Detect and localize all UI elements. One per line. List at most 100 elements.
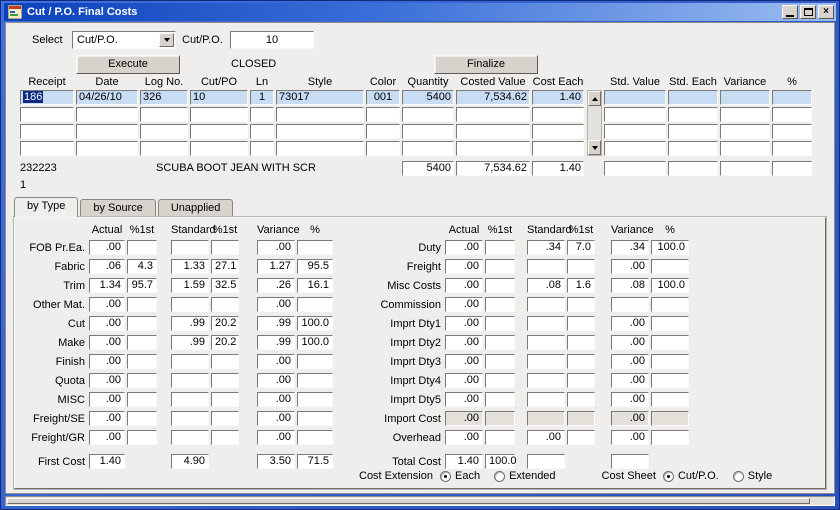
cell-std-each[interactable] — [668, 141, 718, 156]
cell-cost-each[interactable] — [532, 141, 584, 156]
field-make-pct1st-std[interactable]: 20.2 — [211, 335, 239, 350]
cell-cost-each[interactable] — [532, 124, 584, 139]
cell-log-no[interactable] — [140, 124, 188, 139]
field-total-cost-pct1st[interactable]: 100.0 — [485, 454, 515, 469]
field-other-mat-actual[interactable]: .00 — [89, 297, 125, 312]
field-imprt-dty4-pct[interactable] — [651, 373, 689, 388]
field-other-mat-variance[interactable]: .00 — [257, 297, 295, 312]
field-cut-standard[interactable]: .99 — [171, 316, 209, 331]
field-other-mat-standard[interactable] — [171, 297, 209, 312]
field-imprt-dty1-pct[interactable] — [651, 316, 689, 331]
field-fob-pr-ea-pct1st[interactable] — [127, 240, 157, 255]
field-duty-standard[interactable]: .34 — [527, 240, 565, 255]
field-quota-actual[interactable]: .00 — [89, 373, 125, 388]
scroll-up-button[interactable] — [588, 91, 601, 106]
field-total-cost-variance[interactable] — [611, 454, 649, 469]
field-freight-se-pct1st-std[interactable] — [211, 411, 239, 426]
cell-ln[interactable] — [250, 124, 274, 139]
field-fob-pr-ea-standard[interactable] — [171, 240, 209, 255]
cell-cut-po[interactable] — [190, 107, 248, 122]
execute-button[interactable]: Execute — [76, 55, 180, 74]
cell-receipt[interactable] — [20, 107, 74, 122]
field-imprt-dty3-variance[interactable]: .00 — [611, 354, 649, 369]
field-misc-standard[interactable] — [171, 392, 209, 407]
scrollbar-thumb[interactable] — [7, 498, 810, 504]
cell-receipt[interactable]: 186 — [20, 90, 74, 105]
dropdown-arrow-button[interactable] — [159, 33, 174, 47]
field-freight-pct1st-std[interactable] — [567, 259, 595, 274]
field-imprt-dty4-standard[interactable] — [527, 373, 565, 388]
field-cut-variance[interactable]: .99 — [257, 316, 295, 331]
cell-ln[interactable]: 1 — [250, 90, 274, 105]
field-overhead-pct1st-std[interactable] — [567, 430, 595, 445]
field-commission-pct[interactable] — [651, 297, 689, 312]
field-imprt-dty4-actual[interactable]: .00 — [445, 373, 483, 388]
field-other-mat-pct1st[interactable] — [127, 297, 157, 312]
horizontal-scrollbar[interactable] — [5, 496, 835, 506]
field-imprt-dty5-pct1st-std[interactable] — [567, 392, 595, 407]
field-quota-pct1st[interactable] — [127, 373, 157, 388]
field-trim-actual[interactable]: 1.34 — [89, 278, 125, 293]
field-imprt-dty5-standard[interactable] — [527, 392, 565, 407]
field-finish-pct[interactable] — [297, 354, 333, 369]
field-misc-costs-pct1st[interactable] — [485, 278, 515, 293]
cell-quantity[interactable]: 5400 — [402, 90, 454, 105]
field-fob-pr-ea-pct1st-std[interactable] — [211, 240, 239, 255]
field-quota-pct1st-std[interactable] — [211, 373, 239, 388]
field-import-cost-pct1st-std[interactable] — [567, 411, 595, 426]
field-commission-standard[interactable] — [527, 297, 565, 312]
field-imprt-dty2-pct1st-std[interactable] — [567, 335, 595, 350]
cell-receipt[interactable] — [20, 141, 74, 156]
field-overhead-actual[interactable]: .00 — [445, 430, 483, 445]
cost-extension-extended-option[interactable]: Extended — [494, 470, 555, 482]
field-finish-variance[interactable]: .00 — [257, 354, 295, 369]
field-finish-pct1st[interactable] — [127, 354, 157, 369]
field-imprt-dty2-pct1st[interactable] — [485, 335, 515, 350]
field-first-cost-actual[interactable]: 1.40 — [89, 454, 125, 469]
cell-pct[interactable] — [772, 124, 812, 139]
cell-costed-value[interactable] — [456, 141, 530, 156]
cell-pct[interactable] — [772, 141, 812, 156]
field-overhead-variance[interactable]: .00 — [611, 430, 649, 445]
cell-costed-value[interactable] — [456, 107, 530, 122]
field-imprt-dty1-pct1st[interactable] — [485, 316, 515, 331]
field-commission-pct1st[interactable] — [485, 297, 515, 312]
field-fob-pr-ea-actual[interactable]: .00 — [89, 240, 125, 255]
field-cut-pct1st-std[interactable]: 20.2 — [211, 316, 239, 331]
field-finish-standard[interactable] — [171, 354, 209, 369]
cell-std-value[interactable] — [604, 141, 666, 156]
field-imprt-dty1-variance[interactable]: .00 — [611, 316, 649, 331]
field-freight-se-standard[interactable] — [171, 411, 209, 426]
cost-extension-each-option[interactable]: Each — [440, 470, 480, 482]
table-scrollbar[interactable] — [587, 90, 602, 156]
cell-receipt[interactable] — [20, 124, 74, 139]
field-finish-actual[interactable]: .00 — [89, 354, 125, 369]
field-imprt-dty5-pct[interactable] — [651, 392, 689, 407]
field-trim-standard[interactable]: 1.59 — [171, 278, 209, 293]
field-trim-pct[interactable]: 16.1 — [297, 278, 333, 293]
field-fabric-pct[interactable]: 95.5 — [297, 259, 333, 274]
field-finish-pct1st-std[interactable] — [211, 354, 239, 369]
field-cut-pct[interactable]: 100.0 — [297, 316, 333, 331]
field-imprt-dty4-pct1st-std[interactable] — [567, 373, 595, 388]
scrollbar-track[interactable] — [588, 106, 601, 140]
field-misc-costs-pct1st-std[interactable]: 1.6 — [567, 278, 595, 293]
field-freight-pct[interactable] — [651, 259, 689, 274]
field-total-cost-standard[interactable] — [527, 454, 565, 469]
field-misc-actual[interactable]: .00 — [89, 392, 125, 407]
cell-color[interactable] — [366, 107, 400, 122]
field-freight-gr-actual[interactable]: .00 — [89, 430, 125, 445]
cell-cost-each[interactable] — [532, 107, 584, 122]
field-fabric-actual[interactable]: .06 — [89, 259, 125, 274]
field-fabric-pct1st[interactable]: 4.3 — [127, 259, 157, 274]
field-imprt-dty3-pct1st-std[interactable] — [567, 354, 595, 369]
field-import-cost-pct1st[interactable] — [485, 411, 515, 426]
cell-log-no[interactable]: 326 — [140, 90, 188, 105]
field-fabric-pct1st-std[interactable]: 27.1 — [211, 259, 239, 274]
field-fob-pr-ea-pct[interactable] — [297, 240, 333, 255]
field-other-mat-pct[interactable] — [297, 297, 333, 312]
cell-date[interactable] — [76, 141, 138, 156]
field-first-cost-variance[interactable]: 3.50 — [257, 454, 295, 469]
cell-color[interactable] — [366, 141, 400, 156]
field-imprt-dty1-actual[interactable]: .00 — [445, 316, 483, 331]
